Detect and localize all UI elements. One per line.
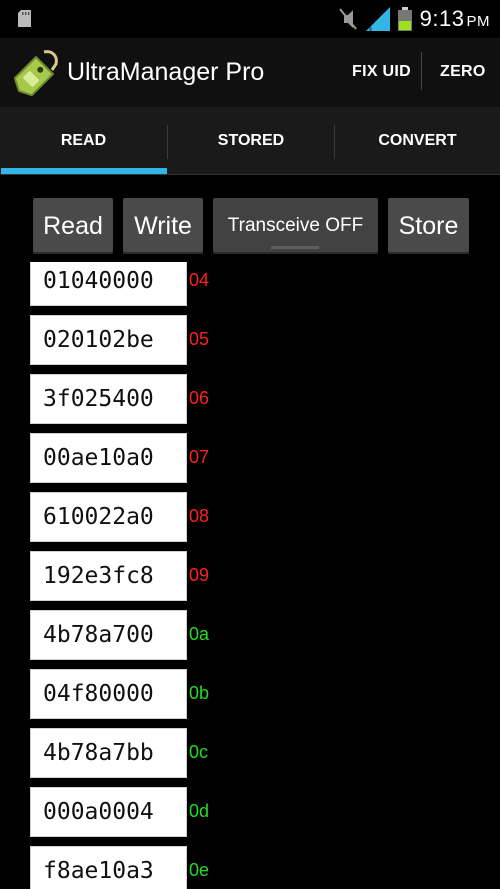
status-ampm: PM [466,13,490,30]
block-index: 08 [189,506,210,526]
block-index: 04 [189,270,210,290]
block-index: 0c [189,742,209,762]
zero-button[interactable]: ZERO [440,63,486,81]
toggle-indicator [271,246,319,249]
block-index: 0d [189,801,210,821]
block-value-field[interactable]: 000a0004 [30,787,187,837]
transceive-toggle[interactable]: Transceive OFF [213,198,378,254]
battery-icon [397,7,412,31]
block-value-field[interactable]: 3f025400 [30,374,187,424]
transceive-label: Transceive OFF [227,215,364,236]
action-divider [421,52,422,90]
block-index: 05 [189,329,210,349]
tab-bar: READ STORED CONVERT [0,107,500,175]
read-button[interactable]: Read [33,198,113,254]
store-button[interactable]: Store [388,198,469,254]
block-value-field[interactable]: 04f80000 [30,669,187,719]
status-bar: 9:13 PM [0,0,500,38]
tab-selected-indicator [1,168,167,174]
tab-convert[interactable]: CONVERT [335,107,500,174]
status-time: 9:13 PM [419,6,490,31]
block-list[interactable]: 01040000 04 020102be 05 3f025400 06 00ae… [0,262,500,889]
app-title: UltraManager Pro [67,58,265,86]
app-tag-icon[interactable] [13,48,60,97]
block-index: 0e [189,860,210,880]
tab-read[interactable]: READ [0,107,167,174]
block-value-field[interactable]: 192e3fc8 [30,551,187,601]
tab-stored[interactable]: STORED [168,107,334,174]
sd-card-icon [18,10,31,27]
block-value-field[interactable]: 020102be [30,315,187,365]
block-value-field[interactable]: 610022a0 [30,492,187,542]
block-value-field[interactable]: 4b78a700 [30,610,187,660]
block-index: 0a [189,624,210,644]
block-value-field[interactable]: 01040000 [30,262,187,306]
signal-icon [365,7,390,31]
block-index: 06 [189,388,210,408]
block-index: 09 [189,565,210,585]
mute-icon [338,7,358,31]
block-index: 07 [189,447,210,467]
block-value-field[interactable]: 00ae10a0 [30,433,187,483]
block-value-field[interactable]: 4b78a7bb [30,728,187,778]
block-value-field[interactable]: f8ae10a3 [30,846,187,889]
fix-uid-button[interactable]: FIX UID [352,63,411,81]
write-button[interactable]: Write [123,198,203,254]
block-index: 0b [189,683,210,703]
action-bar: UltraManager Pro FIX UID ZERO [0,38,500,107]
